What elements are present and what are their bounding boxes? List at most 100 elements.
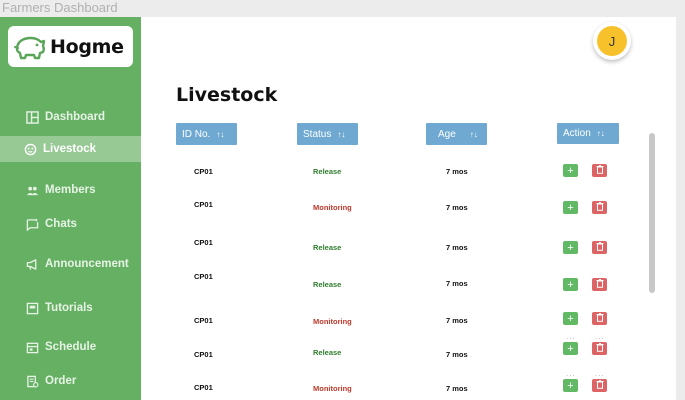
sidebar-item-label: Tutorials bbox=[45, 302, 93, 314]
members-icon bbox=[25, 183, 39, 197]
sort-icon: ↑↓ bbox=[596, 129, 605, 138]
status-text: Release bbox=[313, 348, 342, 357]
age-text: 7 mos bbox=[446, 384, 468, 393]
livestock-id: CP01 bbox=[194, 167, 213, 176]
add-button[interactable]: + bbox=[563, 278, 578, 291]
status-text: Monitoring bbox=[313, 384, 352, 393]
status-text: Release bbox=[313, 167, 342, 176]
trash-icon bbox=[596, 342, 604, 355]
ellipsis-indicator: ... bbox=[595, 333, 605, 341]
delete-button[interactable] bbox=[592, 241, 607, 254]
livestock-icon bbox=[23, 142, 37, 156]
add-button[interactable]: + bbox=[563, 164, 578, 177]
announcement-icon bbox=[25, 257, 39, 271]
avatar: J bbox=[597, 26, 627, 56]
trash-icon bbox=[596, 201, 604, 214]
trash-icon bbox=[596, 278, 604, 291]
sidebar-item-order[interactable]: Order bbox=[0, 368, 141, 394]
add-button[interactable]: + bbox=[563, 342, 578, 355]
scrollbar[interactable] bbox=[649, 133, 655, 293]
plus-icon: + bbox=[567, 379, 574, 392]
status-text: Monitoring bbox=[313, 317, 352, 326]
sidebar-item-label: Members bbox=[45, 184, 96, 196]
age-text: 7 mos bbox=[446, 167, 468, 176]
column-header-label: Age bbox=[438, 128, 456, 140]
sidebar-item-label: Chats bbox=[45, 218, 77, 230]
ellipsis-indicator: ... bbox=[566, 370, 576, 378]
plus-icon: + bbox=[567, 312, 574, 325]
sidebar-item-livestock[interactable]: Livestock bbox=[0, 136, 141, 162]
status-text: Release bbox=[313, 280, 342, 289]
sort-icon: ↑↓ bbox=[469, 129, 478, 139]
page-title: Livestock bbox=[176, 84, 278, 106]
plus-icon: + bbox=[567, 164, 574, 177]
age-text: 7 mos bbox=[446, 279, 468, 288]
status-text: Monitoring bbox=[313, 203, 352, 212]
column-header-label: Status bbox=[303, 128, 332, 140]
window-title: Farmers Dashboard bbox=[2, 0, 118, 15]
column-header-id[interactable]: ID No. ↑↓ bbox=[176, 123, 237, 145]
delete-button[interactable] bbox=[592, 379, 607, 392]
delete-button[interactable] bbox=[592, 201, 607, 214]
add-button[interactable]: + bbox=[563, 241, 578, 254]
column-header-label: Action bbox=[563, 128, 591, 139]
livestock-id: CP01 bbox=[194, 383, 213, 392]
sidebar-item-label: Announcement bbox=[45, 258, 129, 270]
delete-button[interactable] bbox=[592, 278, 607, 291]
brand-name: Hogme bbox=[50, 35, 124, 58]
tutorials-icon bbox=[25, 301, 39, 315]
sidebar-item-members[interactable]: Members bbox=[0, 177, 141, 203]
sidebar-item-label: Dashboard bbox=[45, 111, 106, 123]
livestock-id: CP01 bbox=[194, 200, 213, 209]
ellipsis-indicator: ... bbox=[566, 333, 576, 341]
order-icon bbox=[25, 374, 39, 388]
trash-icon bbox=[596, 379, 604, 392]
column-header-status[interactable]: Status ↑↓ bbox=[297, 123, 358, 145]
chats-icon bbox=[25, 217, 39, 231]
app-window: Hogme Dashboard Livestock Members Chats bbox=[0, 17, 685, 400]
livestock-id: CP01 bbox=[194, 316, 213, 325]
plus-icon: + bbox=[567, 201, 574, 214]
ellipsis-indicator: ... bbox=[595, 370, 605, 378]
user-avatar-button[interactable]: J bbox=[593, 22, 631, 60]
trash-icon bbox=[596, 312, 604, 325]
delete-button[interactable] bbox=[592, 164, 607, 177]
sidebar-item-label: Order bbox=[45, 375, 77, 387]
age-text: 7 mos bbox=[446, 316, 468, 325]
column-header-age[interactable]: Age ↑↓ bbox=[426, 123, 487, 145]
sort-icon: ↑↓ bbox=[216, 129, 225, 139]
sidebar-item-tutorials[interactable]: Tutorials bbox=[0, 295, 141, 321]
plus-icon: + bbox=[567, 241, 574, 254]
delete-button[interactable] bbox=[592, 312, 607, 325]
livestock-id: CP01 bbox=[194, 350, 213, 359]
plus-icon: + bbox=[567, 342, 574, 355]
sidebar-item-label: Livestock bbox=[43, 143, 97, 155]
age-text: 7 mos bbox=[446, 203, 468, 212]
age-text: 7 mos bbox=[446, 243, 468, 252]
add-button[interactable]: + bbox=[563, 312, 578, 325]
status-text: Release bbox=[313, 243, 342, 252]
livestock-id: CP01 bbox=[194, 272, 213, 281]
trash-icon bbox=[596, 164, 604, 177]
sidebar-item-label: Schedule bbox=[45, 341, 97, 353]
delete-button[interactable] bbox=[592, 342, 607, 355]
sidebar-item-dashboard[interactable]: Dashboard bbox=[0, 104, 141, 130]
column-header-action[interactable]: Action ↑↓ bbox=[557, 123, 619, 144]
sidebar-item-chats[interactable]: Chats bbox=[0, 211, 141, 237]
sidebar-item-announcement[interactable]: Announcement bbox=[0, 251, 141, 277]
brand-logo[interactable]: Hogme bbox=[8, 26, 133, 67]
sort-icon: ↑↓ bbox=[337, 129, 346, 139]
column-header-label: ID No. bbox=[182, 128, 211, 140]
plus-icon: + bbox=[567, 278, 574, 291]
trash-icon bbox=[596, 241, 604, 254]
window-edge bbox=[676, 17, 685, 400]
main-content: J Livestock ID No. ↑↓ Status ↑↓ Age ↑↓ A… bbox=[141, 17, 676, 400]
age-text: 7 mos bbox=[446, 350, 468, 359]
dashboard-icon bbox=[25, 110, 39, 124]
sidebar: Hogme Dashboard Livestock Members Chats bbox=[0, 17, 141, 400]
livestock-id: CP01 bbox=[194, 238, 213, 247]
add-button[interactable]: + bbox=[563, 201, 578, 214]
add-button[interactable]: + bbox=[563, 379, 578, 392]
sidebar-item-schedule[interactable]: Schedule bbox=[0, 334, 141, 360]
schedule-icon bbox=[25, 340, 39, 354]
